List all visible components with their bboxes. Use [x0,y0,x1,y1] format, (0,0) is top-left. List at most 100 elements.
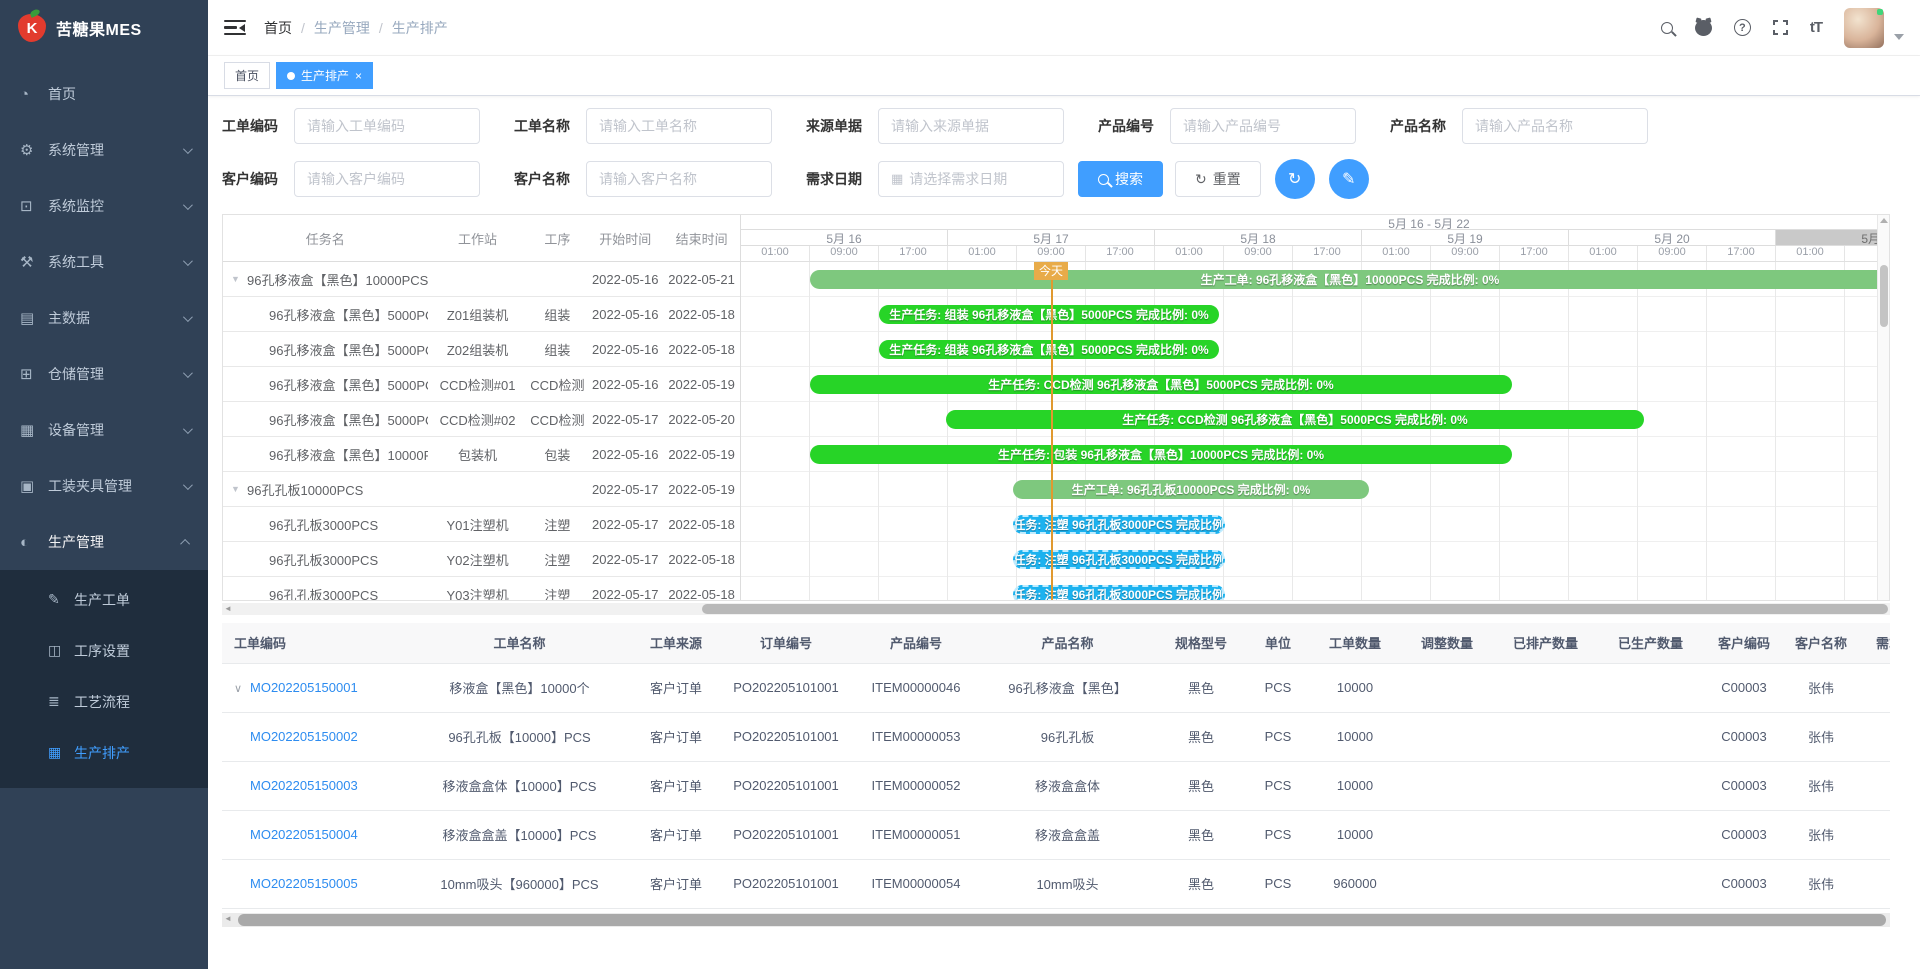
product-code-input[interactable]: 请输入产品编号 [1170,108,1356,144]
gantt-task-row[interactable]: 96孔孔板3000PCS Y01注塑机 注塑 2022-05-17 2022-0… [223,507,740,542]
search-button[interactable]: 搜索 [1078,161,1163,197]
reset-button-label: 重置 [1213,169,1241,189]
sidebar-submenu-item[interactable]: ✎ 生产工单 [0,574,208,625]
sidebar-menu-item[interactable]: ▤ 主数据 [0,290,208,346]
start-time-cell: 2022-05-16 [587,272,663,287]
gantt-horizontal-scrollbar[interactable]: ◄ [222,603,1890,615]
sidebar-menu-item[interactable]: ⚙ 系统管理 [0,122,208,178]
refresh-round-button[interactable]: ↻ [1275,159,1315,199]
gantt-task-row[interactable]: ▼96孔移液盒【黑色】10000PCS 2022-05-16 2022-05-2… [223,262,740,297]
caret-down-icon[interactable] [1894,34,1904,40]
menu-item-icon: ◐ [20,534,44,551]
expand-caret-icon[interactable]: ▼ [231,274,247,284]
menu-item-label: 生产管理 [48,532,183,552]
breadcrumb-separator: / [301,20,305,36]
scrollbar-thumb[interactable] [1880,265,1888,327]
order-code-link[interactable]: MO202205150002 [250,729,358,744]
tab-production-schedule[interactable]: 生产排产 × [276,62,373,89]
fullscreen-icon[interactable] [1773,20,1788,35]
sidebar-menu-item[interactable]: ⊡ 系统监控 [0,178,208,234]
order-row[interactable]: ∨MO202205150001 移液盒【黑色】10000个 客户订单 PO202… [222,663,1890,712]
order-name-input[interactable]: 请输入工单名称 [586,108,772,144]
order-row[interactable]: MO202205150003 移液盒盒体【10000】PCS 客户订单 PO20… [222,761,1890,810]
expand-caret-icon[interactable]: ▼ [231,484,247,494]
gantt-vertical-scrollbar[interactable] [1877,215,1889,600]
orders-horizontal-scrollbar[interactable]: ◄ [222,913,1890,927]
sidebar-menu-item[interactable]: ⊞ 仓储管理 [0,346,208,402]
order-code-link[interactable]: MO202205150003 [250,778,358,793]
close-tab-icon[interactable]: × [355,69,362,83]
col-scheduled-qty: 已排产数量 [1493,623,1598,663]
order-code-link[interactable]: MO202205150005 [250,876,358,891]
product-name-input[interactable]: 请输入产品名称 [1462,108,1648,144]
gantt-bar[interactable]: 生产任务: 注塑 96孔孔板3000PCS 完成比例: 0% [1013,585,1225,600]
help-icon[interactable]: ? [1734,19,1751,36]
task-name-text: 96孔移液盒【黑色】10000PCS [269,445,428,464]
gantt-task-row[interactable]: ▼96孔孔板10000PCS 2022-05-17 2022-05-19 [223,472,740,507]
scrollbar-thumb[interactable] [238,914,1886,926]
order-code-link[interactable]: MO202205150001 [250,680,358,695]
gantt-task-row[interactable]: 96孔移液盒【黑色】5000PCS CCD检测#01 CCD检测 2022-05… [223,367,740,402]
scrollbar-thumb[interactable] [702,604,1888,614]
gantt-bar[interactable]: 生产任务: 注塑 96孔孔板3000PCS 完成比例: 0% [1013,515,1225,534]
order-row[interactable]: MO202205150004 移液盒盒盖【10000】PCS 客户订单 PO20… [222,810,1890,859]
order-code-input[interactable]: 请输入工单编码 [294,108,480,144]
breadcrumb-item[interactable]: 生产管理 [314,18,370,38]
gantt-bar[interactable]: 生产任务: 组装 96孔移液盒【黑色】5000PCS 完成比例: 0% [879,340,1219,359]
app-logo[interactable]: K 苦糖果MES [0,0,208,56]
placeholder-text: 请输入工单编码 [307,116,405,136]
gantt-task-row[interactable]: 96孔移液盒【黑色】5000PCS CCD检测#02 CCD检测 2022-05… [223,402,740,437]
end-time-cell: 2022-05-20 [663,412,740,427]
gantt-task-row[interactable]: 96孔移液盒【黑色】10000PCS 包装机 包装 2022-05-16 202… [223,437,740,472]
order-row[interactable]: MO202205150005 10mm吸头【960000】PCS 客户订单 PO… [222,859,1890,908]
gantt-task-row[interactable]: 96孔孔板3000PCS Y03注塑机 注塑 2022-05-17 2022-0… [223,577,740,601]
sidebar-submenu-item[interactable]: ▦ 生产排产 [0,727,208,778]
sidebar-menu-item[interactable]: ▦ 设备管理 [0,402,208,458]
font-size-icon[interactable]: tT [1810,19,1822,36]
sidebar-menu-item[interactable]: ▣ 工装夹具管理 [0,458,208,514]
scroll-up-arrow-icon[interactable] [1880,218,1888,223]
search-icon[interactable] [1661,22,1673,34]
demand-date-picker[interactable]: ▦ 请选择需求日期 [878,161,1064,197]
scroll-left-arrow-icon[interactable]: ◄ [224,914,232,923]
scheduled-qty-cell [1493,859,1598,908]
sidebar-menu-item[interactable]: ◐ 生产管理 [0,514,208,570]
timeline-day-cell: 5月 16 [741,230,948,245]
timeline-hour-cell: 01:00 [741,246,810,261]
github-icon[interactable] [1695,20,1712,36]
gantt-bar[interactable]: 生产任务: CCD检测 96孔移液盒【黑色】5000PCS 完成比例: 0% [810,375,1512,394]
sidebar-fold-icon[interactable] [224,20,246,36]
breadcrumb-home[interactable]: 首页 [264,18,292,38]
menu-item-icon: ▣ [20,477,44,495]
sidebar-menu-item[interactable]: ◔ 首页 [0,66,208,122]
sidebar-submenu-item[interactable]: ≣ 工艺流程 [0,676,208,727]
row-expand-caret-icon[interactable]: ∨ [234,682,250,695]
customer-name-input[interactable]: 请输入客户名称 [586,161,772,197]
source-doc-input[interactable]: 请输入来源单据 [878,108,1064,144]
order-code-link[interactable]: MO202205150004 [250,827,358,842]
gantt-task-row[interactable]: 96孔移液盒【黑色】5000PCS Z02组装机 组装 2022-05-16 2… [223,332,740,367]
gantt-bar[interactable]: 生产任务: 组装 96孔移液盒【黑色】5000PCS 完成比例: 0% [879,305,1219,324]
field-label: 客户名称 [514,169,586,189]
reset-button[interactable]: ↻ 重置 [1175,161,1261,197]
avatar[interactable] [1844,8,1884,48]
start-time-cell: 2022-05-16 [587,447,663,462]
edit-round-button[interactable]: ✎ [1329,159,1369,199]
sidebar-submenu-item[interactable]: ◫ 工序设置 [0,625,208,676]
tab-home[interactable]: 首页 [224,62,270,89]
scroll-left-arrow-icon[interactable]: ◄ [224,604,232,613]
end-time-cell: 2022-05-18 [663,307,740,322]
gantt-bar[interactable]: 生产任务: 包装 96孔移液盒【黑色】10000PCS 完成比例: 0% [810,445,1512,464]
gantt-bar[interactable]: 生产任务: 注塑 96孔孔板3000PCS 完成比例: 0% [1013,550,1225,569]
sidebar-menu-item[interactable]: ⚒ 系统工具 [0,234,208,290]
end-time-cell: 2022-05-19 [663,482,740,497]
order-row[interactable]: MO202205150002 96孔孔板【10000】PCS 客户订单 PO20… [222,712,1890,761]
customer-code-input[interactable]: 请输入客户编码 [294,161,480,197]
gantt-task-row[interactable]: 96孔孔板3000PCS Y02注塑机 注塑 2022-05-17 2022-0… [223,542,740,577]
workstation-cell: Y01注塑机 [428,515,528,534]
gantt-bar[interactable]: 生产工单: 96孔移液盒【黑色】10000PCS 完成比例: 0% [810,270,1877,289]
workstation-cell: Z01组装机 [428,305,528,324]
gantt-bar[interactable]: 生产工单: 96孔孔板10000PCS 完成比例: 0% [1013,480,1369,499]
gantt-task-row[interactable]: 96孔移液盒【黑色】5000PCS Z01组装机 组装 2022-05-16 2… [223,297,740,332]
filter-customer-name: 客户名称 请输入客户名称 [514,161,772,197]
